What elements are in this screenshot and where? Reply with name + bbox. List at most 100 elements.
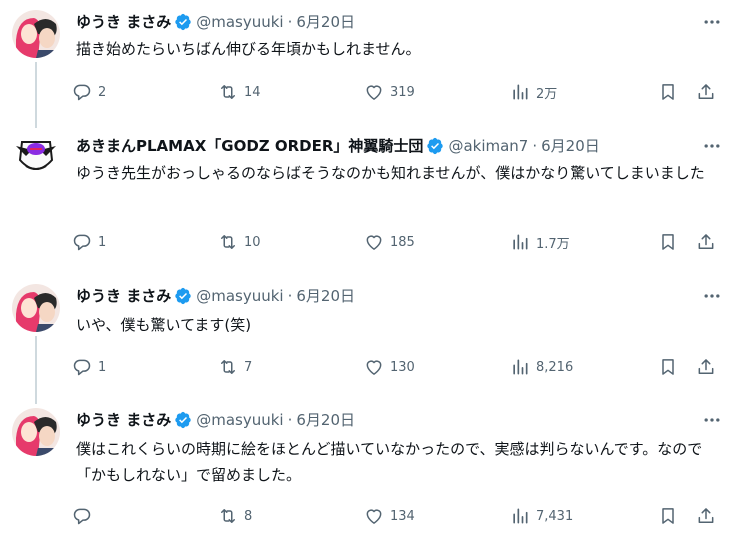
user-handle[interactable]: @masyuuki bbox=[196, 12, 283, 32]
masyuuki-avatar-image bbox=[12, 408, 60, 456]
bookmark-button[interactable] bbox=[658, 504, 678, 528]
tweet-header: ゆうき まさみ @masyuuki · 6月20日 bbox=[76, 12, 355, 32]
reply-button[interactable] bbox=[72, 504, 98, 528]
retweet-button[interactable]: 10 bbox=[218, 230, 261, 254]
retweet-button[interactable]: 7 bbox=[218, 355, 252, 379]
tweet-header: ゆうき まさみ @masyuuki · 6月20日 bbox=[76, 410, 355, 430]
share-button[interactable] bbox=[696, 355, 716, 379]
views-chart-icon bbox=[513, 508, 528, 524]
tweet-header: ゆうき まさみ @masyuuki · 6月20日 bbox=[76, 286, 355, 306]
tweet-header: あきまんPLAMAX「GODZ ORDER」神翼騎士団 @akiman7 · 6… bbox=[76, 136, 600, 156]
share-button[interactable] bbox=[696, 230, 716, 254]
like-count: 130 bbox=[390, 359, 415, 375]
verified-badge-icon bbox=[175, 287, 191, 305]
more-options-icon[interactable] bbox=[702, 410, 722, 430]
tweet-text: 僕はこれくらいの時期に絵をほとんど描いていなかったので、実感は判らないんです。な… bbox=[76, 440, 703, 484]
separator-dot: · bbox=[287, 13, 293, 31]
user-handle[interactable]: @masyuuki bbox=[196, 286, 283, 306]
thread-connector bbox=[35, 118, 37, 128]
tweet-actions: 2 14 319 2万 bbox=[72, 80, 728, 104]
tweet[interactable]: ゆうき まさみ @masyuuki · 6月20日 いや、僕も驚いてます(笑) … bbox=[0, 266, 736, 396]
more-options-icon[interactable] bbox=[702, 12, 722, 32]
like-button[interactable]: 185 bbox=[364, 230, 415, 254]
separator-dot: · bbox=[287, 287, 293, 305]
retweet-count: 10 bbox=[244, 234, 261, 250]
reply-count: 2 bbox=[98, 84, 107, 100]
reply-icon bbox=[73, 359, 91, 376]
like-button[interactable]: 130 bbox=[364, 355, 415, 379]
retweet-count: 14 bbox=[244, 84, 261, 100]
verified-badge-icon bbox=[427, 137, 444, 155]
reply-button[interactable]: 1 bbox=[72, 355, 106, 379]
bookmark-icon bbox=[662, 234, 674, 250]
avatar[interactable] bbox=[12, 284, 60, 332]
view-count: 8,216 bbox=[536, 359, 574, 375]
share-button[interactable] bbox=[696, 80, 716, 104]
tweet-text: 描き始めたらいちばん伸びる年頃かもしれません。 bbox=[76, 40, 421, 58]
reply-button[interactable]: 1 bbox=[72, 230, 106, 254]
view-count: 2万 bbox=[536, 86, 558, 102]
user-handle[interactable]: @masyuuki bbox=[196, 410, 283, 430]
masyuuki-avatar-image bbox=[12, 284, 60, 332]
views-chart-icon bbox=[513, 234, 528, 250]
tweet[interactable]: ゆうき まさみ @masyuuki · 6月20日 僕はこれくらいの時期に絵をほ… bbox=[0, 396, 736, 546]
reply-count: 1 bbox=[98, 359, 107, 375]
more-options-icon[interactable] bbox=[702, 286, 722, 306]
avatar[interactable] bbox=[12, 10, 60, 58]
tweet-actions: 1 10 185 1.7万 bbox=[72, 230, 728, 254]
tweet[interactable]: あきまんPLAMAX「GODZ ORDER」神翼騎士団 @akiman7 · 6… bbox=[0, 118, 736, 266]
share-icon bbox=[698, 234, 714, 249]
like-button[interactable]: 319 bbox=[364, 80, 415, 104]
display-name[interactable]: ゆうき まさみ bbox=[76, 410, 171, 430]
avatar[interactable] bbox=[12, 408, 60, 456]
retweet-button[interactable]: 8 bbox=[218, 504, 252, 528]
display-name[interactable]: あきまんPLAMAX「GODZ ORDER」神翼騎士団 bbox=[76, 136, 423, 156]
share-icon bbox=[698, 359, 714, 374]
bookmark-button[interactable] bbox=[658, 355, 678, 379]
display-name[interactable]: ゆうき まさみ bbox=[76, 286, 171, 306]
tweet-date[interactable]: 6月20日 bbox=[296, 12, 355, 32]
reply-icon bbox=[73, 508, 91, 525]
reply-count: 1 bbox=[98, 234, 107, 250]
tweet-text: いや、僕も驚いてます(笑) bbox=[76, 316, 252, 334]
bookmark-button[interactable] bbox=[658, 230, 678, 254]
reply-icon bbox=[73, 234, 91, 251]
retweet-icon bbox=[221, 360, 235, 374]
retweet-count: 8 bbox=[244, 508, 253, 524]
akiman-avatar-image bbox=[12, 132, 60, 180]
more-options-icon[interactable] bbox=[702, 136, 722, 156]
tweet-date[interactable]: 6月20日 bbox=[541, 136, 600, 156]
views-button[interactable]: 8,216 bbox=[510, 355, 573, 379]
bookmark-icon bbox=[662, 508, 674, 524]
share-icon bbox=[698, 508, 714, 523]
views-button[interactable]: 7,431 bbox=[510, 504, 573, 528]
like-count: 185 bbox=[390, 234, 415, 250]
tweet-actions: 1 7 130 8,216 bbox=[72, 355, 728, 379]
share-icon bbox=[698, 84, 714, 99]
thread-connector bbox=[35, 336, 37, 396]
views-button[interactable]: 1.7万 bbox=[510, 230, 570, 254]
tweet-date[interactable]: 6月20日 bbox=[296, 286, 355, 306]
thread-connector bbox=[35, 62, 37, 118]
share-button[interactable] bbox=[696, 504, 716, 528]
like-count: 134 bbox=[390, 508, 415, 524]
retweet-button[interactable]: 14 bbox=[218, 80, 261, 104]
tweet-date[interactable]: 6月20日 bbox=[296, 410, 355, 430]
display-name[interactable]: ゆうき まさみ bbox=[76, 12, 171, 32]
retweet-icon bbox=[221, 85, 235, 99]
heart-icon bbox=[366, 509, 382, 524]
bookmark-button[interactable] bbox=[658, 80, 678, 104]
user-handle[interactable]: @akiman7 bbox=[448, 136, 528, 156]
retweet-icon bbox=[221, 509, 235, 523]
tweet[interactable]: ゆうき まさみ @masyuuki · 6月20日 描き始めたらいちばん伸びる年… bbox=[0, 0, 736, 118]
like-button[interactable]: 134 bbox=[364, 504, 415, 528]
reply-button[interactable]: 2 bbox=[72, 80, 106, 104]
retweet-icon bbox=[221, 235, 235, 249]
tweet-actions: 8 134 7,431 bbox=[72, 504, 728, 528]
reply-icon bbox=[73, 84, 91, 101]
view-count: 7,431 bbox=[536, 508, 574, 524]
verified-badge-icon bbox=[175, 411, 191, 429]
views-chart-icon bbox=[513, 84, 528, 100]
views-button[interactable]: 2万 bbox=[510, 80, 557, 104]
avatar[interactable] bbox=[12, 132, 60, 180]
